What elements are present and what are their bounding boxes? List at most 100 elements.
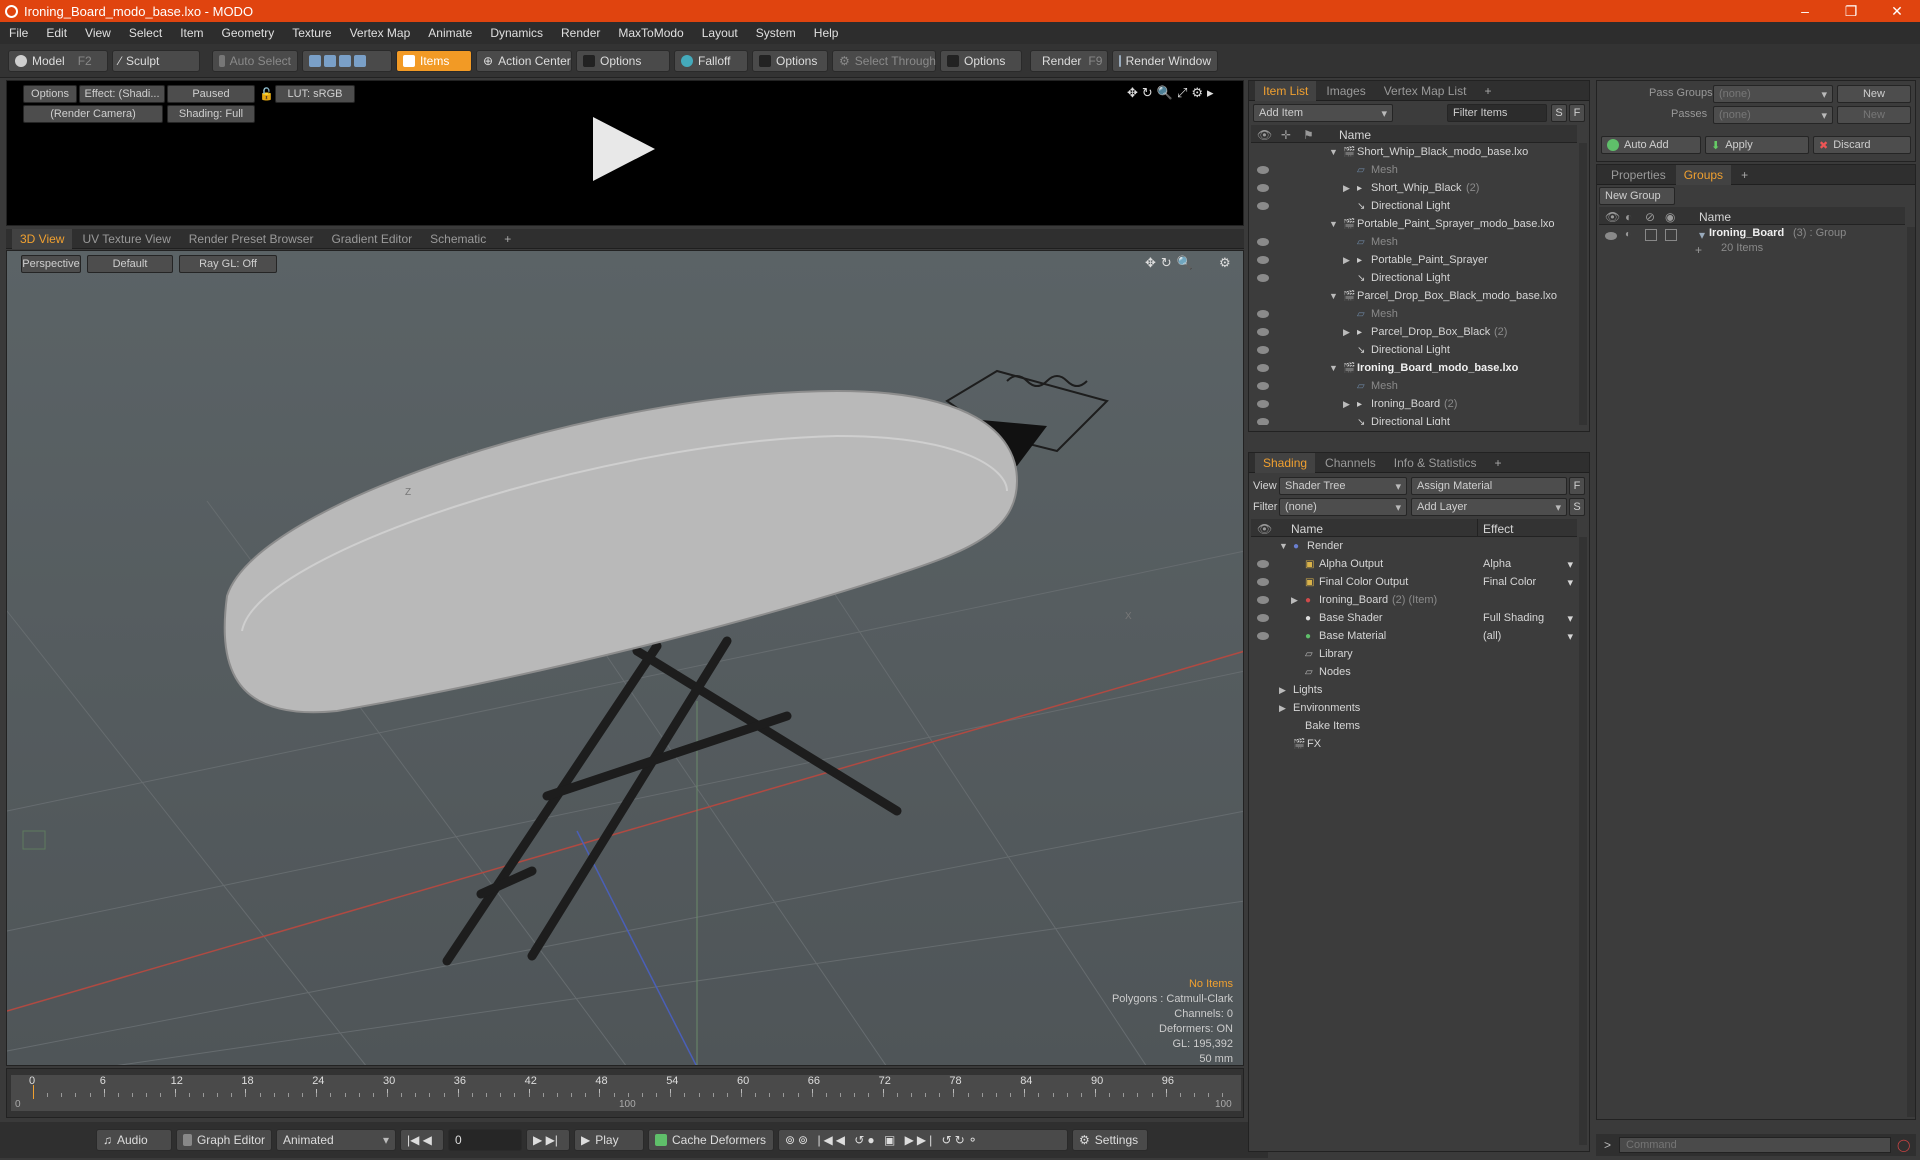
expand-arrow-icon[interactable]: ▶ bbox=[1279, 703, 1286, 714]
add-tab-button[interactable]: + bbox=[1733, 165, 1756, 185]
auto-select-button[interactable]: Auto Select bbox=[212, 49, 298, 72]
expand-arrow-icon[interactable]: ▶ bbox=[1343, 255, 1350, 266]
effect-dropdown[interactable]: Alpha ▾ bbox=[1483, 558, 1573, 571]
lock-icon[interactable]: 🔓 bbox=[259, 87, 274, 101]
tab-uv-texture-view[interactable]: UV Texture View bbox=[74, 229, 178, 249]
shading-dropdown[interactable]: Shading: Full bbox=[167, 105, 255, 123]
shader-row[interactable]: ▼ ● Render bbox=[1251, 537, 1577, 555]
item-row[interactable]: ↘ Directional Light bbox=[1251, 197, 1577, 215]
menu-texture[interactable]: Texture bbox=[283, 26, 340, 40]
menu-edit[interactable]: Edit bbox=[37, 26, 76, 40]
audio-button[interactable]: ♫ Audio bbox=[96, 1129, 172, 1151]
item-row[interactable]: ↘ Directional Light bbox=[1251, 413, 1577, 425]
tab-gradient-editor[interactable]: Gradient Editor bbox=[323, 229, 420, 249]
menu-dynamics[interactable]: Dynamics bbox=[481, 26, 552, 40]
visibility-eye-icon[interactable] bbox=[1257, 166, 1269, 174]
visibility-eye-icon[interactable] bbox=[1257, 346, 1269, 354]
visibility-eye-icon[interactable] bbox=[1257, 400, 1269, 408]
item-list-scrollbar[interactable] bbox=[1579, 143, 1587, 425]
visibility-eye-icon[interactable] bbox=[1257, 274, 1269, 282]
effect-dropdown[interactable]: Full Shading ▾ bbox=[1483, 612, 1573, 625]
collapse-arrow-icon[interactable]: ▼ bbox=[1329, 147, 1338, 157]
discard-button[interactable]: ✖ Discard bbox=[1813, 136, 1911, 154]
polygons-icon[interactable] bbox=[339, 54, 351, 67]
menu-animate[interactable]: Animate bbox=[419, 26, 481, 40]
new-group-button[interactable]: New Group bbox=[1599, 187, 1675, 205]
item-row[interactable]: ↘ Directional Light bbox=[1251, 341, 1577, 359]
expand-arrow-icon[interactable]: ▶ bbox=[1279, 685, 1286, 696]
add-item-dropdown[interactable]: Add Item bbox=[1253, 104, 1393, 122]
menu-file[interactable]: File bbox=[0, 26, 37, 40]
expand-arrow-icon[interactable]: ▶ bbox=[1343, 327, 1350, 338]
minimize-button[interactable]: – bbox=[1782, 0, 1828, 22]
collapse-arrow-icon[interactable]: ▼ bbox=[1279, 541, 1288, 551]
close-button[interactable]: ✕ bbox=[1874, 0, 1920, 22]
visibility-eye-icon[interactable] bbox=[1257, 202, 1269, 210]
collapse-arrow-icon[interactable]: ▼ bbox=[1329, 291, 1338, 301]
play-icon[interactable] bbox=[593, 117, 655, 181]
menu-layout[interactable]: Layout bbox=[693, 26, 747, 40]
lut-dropdown[interactable]: LUT: sRGB bbox=[275, 85, 355, 103]
viewport-nav-icons[interactable]: ✥↻🔍 bbox=[1145, 255, 1198, 271]
collapse-arrow-icon[interactable]: ▼ bbox=[1329, 363, 1338, 373]
menu-select[interactable]: Select bbox=[120, 26, 171, 40]
item-row[interactable]: ▼ 🎬 Ironing_Board_modo_base.lxo bbox=[1251, 359, 1577, 377]
vertices-icon[interactable] bbox=[309, 54, 321, 67]
filter-dropdown[interactable]: (none) bbox=[1279, 498, 1407, 516]
filter-f-button[interactable]: F bbox=[1569, 104, 1585, 122]
item-row[interactable]: ▶ ▸ Short_Whip_Black (2) bbox=[1251, 179, 1577, 197]
graph-editor-button[interactable]: Graph Editor bbox=[176, 1129, 272, 1151]
first-key-button[interactable]: |◀ ◀ bbox=[400, 1129, 444, 1151]
expand-plus-icon[interactable]: + bbox=[1695, 243, 1702, 257]
action-center-button[interactable]: ⊕ Action Center bbox=[476, 49, 572, 72]
visibility-eye-icon[interactable] bbox=[1257, 328, 1269, 336]
pass-groups-dropdown[interactable]: (none) bbox=[1713, 85, 1833, 103]
raygl-dropdown[interactable]: Ray GL: Off bbox=[179, 255, 277, 273]
paused-button[interactable]: Paused bbox=[167, 85, 255, 103]
shader-row[interactable]: ▶ Environments bbox=[1251, 699, 1577, 717]
add-layer-dropdown[interactable]: Add Layer bbox=[1411, 498, 1567, 516]
new-pass-group-button[interactable]: New bbox=[1837, 85, 1911, 103]
menu-vertex-map[interactable]: Vertex Map bbox=[341, 26, 420, 40]
item-row[interactable]: ▼ 🎬 Portable_Paint_Sprayer_modo_base.lxo bbox=[1251, 215, 1577, 233]
item-row[interactable]: ▱ Mesh bbox=[1251, 233, 1577, 251]
menu-geometry[interactable]: Geometry bbox=[213, 26, 284, 40]
item-row[interactable]: ▱ Mesh bbox=[1251, 377, 1577, 395]
materials-icon[interactable] bbox=[354, 54, 366, 67]
select-options-button[interactable]: Options bbox=[940, 49, 1022, 72]
animated-dropdown[interactable]: Animated bbox=[276, 1129, 396, 1151]
visibility-eye-icon[interactable] bbox=[1605, 232, 1617, 240]
visibility-eye-icon[interactable] bbox=[1257, 632, 1269, 640]
tab-channels[interactable]: Channels bbox=[1317, 453, 1384, 473]
expand-arrow-icon[interactable]: ▶ bbox=[1291, 595, 1298, 606]
playback-tools-group[interactable]: ⊚⊚ |◀◀ ↺● ▣ ▶▶| ↺↻⚬ bbox=[778, 1129, 1068, 1151]
shader-row[interactable]: 🎬 FX bbox=[1251, 735, 1577, 753]
shading-f-button[interactable]: F bbox=[1569, 477, 1585, 495]
viewport-settings-icon[interactable]: ⚙ bbox=[1219, 255, 1231, 271]
checkbox-icon[interactable] bbox=[759, 54, 771, 67]
edges-icon[interactable] bbox=[324, 54, 336, 67]
falloff-options-button[interactable]: Options bbox=[752, 49, 828, 72]
tab-shading[interactable]: Shading bbox=[1255, 452, 1316, 473]
render-camera-dropdown[interactable]: (Render Camera) bbox=[23, 105, 163, 123]
add-tab-button[interactable]: + bbox=[1486, 453, 1509, 473]
tab-schematic[interactable]: Schematic bbox=[422, 229, 494, 249]
checkbox-icon[interactable] bbox=[947, 54, 959, 67]
shader-row[interactable]: ▣ Final Color Output Final Color ▾ bbox=[1251, 573, 1577, 591]
item-row[interactable]: ▶ ▸ Portable_Paint_Sprayer bbox=[1251, 251, 1577, 269]
visibility-eye-icon[interactable] bbox=[1257, 382, 1269, 390]
item-row[interactable]: ▱ Mesh bbox=[1251, 305, 1577, 323]
expand-arrow-icon[interactable]: ▶ bbox=[1343, 183, 1350, 194]
visibility-eye-icon[interactable] bbox=[1257, 184, 1269, 192]
item-row[interactable]: ▼ 🎬 Short_Whip_Black_modo_base.lxo bbox=[1251, 143, 1577, 161]
visibility-eye-icon[interactable] bbox=[1257, 578, 1269, 586]
visibility-eye-icon[interactable] bbox=[1257, 560, 1269, 568]
menu-system[interactable]: System bbox=[747, 26, 805, 40]
select-checkbox[interactable] bbox=[1665, 229, 1677, 241]
visibility-eye-icon[interactable] bbox=[1257, 256, 1269, 264]
items-mode-button[interactable]: Items bbox=[396, 49, 472, 72]
shader-row[interactable]: ▶ Lights bbox=[1251, 681, 1577, 699]
visibility-eye-icon[interactable] bbox=[1257, 418, 1269, 425]
timeline[interactable]: 0 6 12 18 24 30 36 42 48 54 60 66 72 78 84 90 96 0 100 100 bbox=[6, 1068, 1244, 1118]
item-row[interactable]: ▶ ▸ Parcel_Drop_Box_Black (2) bbox=[1251, 323, 1577, 341]
